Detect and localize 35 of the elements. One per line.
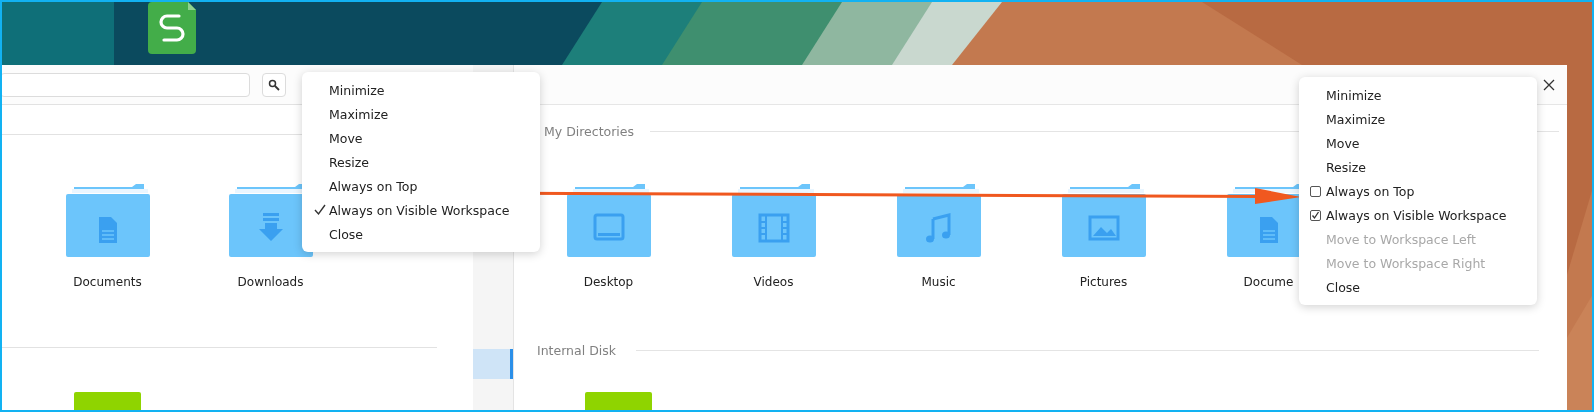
- folder-label[interactable]: Docume: [1243, 275, 1294, 289]
- folder-icon[interactable]: [731, 183, 816, 257]
- folder-icon[interactable]: [65, 183, 150, 257]
- folder-label[interactable]: Documents: [73, 275, 142, 289]
- folder-icon[interactable]: [566, 183, 651, 257]
- folder-icon[interactable]: [896, 183, 981, 257]
- section-title: Internal Disk: [537, 343, 616, 358]
- menu-item[interactable]: Close: [302, 222, 540, 246]
- menu-item[interactable]: Maximize: [1299, 107, 1537, 131]
- search-field[interactable]: [2, 72, 250, 97]
- menu-item[interactable]: Minimize: [1299, 83, 1537, 107]
- checkbox[interactable]: [1310, 185, 1321, 197]
- folder-label[interactable]: Videos: [753, 275, 794, 289]
- menu-item[interactable]: Always on Visible Workspace: [302, 198, 540, 222]
- menu-item[interactable]: Move: [1299, 131, 1537, 155]
- search-icon: [268, 78, 280, 91]
- menu-item[interactable]: Maximize: [302, 102, 540, 126]
- menu-item[interactable]: Always on Top: [302, 174, 540, 198]
- menu-item[interactable]: Move: [302, 126, 540, 150]
- menu-item[interactable]: Close: [1299, 275, 1537, 299]
- checkbox[interactable]: [1310, 209, 1321, 221]
- folder-icon[interactable]: [1061, 183, 1146, 257]
- sidebar-item[interactable]: [473, 349, 513, 379]
- folder-label[interactable]: Pictures: [1079, 275, 1128, 289]
- menu-item[interactable]: Resize: [302, 150, 540, 174]
- close-icon[interactable]: [1543, 78, 1555, 91]
- menu-item[interactable]: Minimize: [302, 78, 540, 102]
- menu-item[interactable]: Resize: [1299, 155, 1537, 179]
- menu-item[interactable]: Always on Visible Workspace: [1299, 203, 1537, 227]
- section-title: My Directories: [544, 124, 635, 139]
- folder-label[interactable]: Downloads: [237, 275, 304, 289]
- folder-label[interactable]: Music: [921, 275, 956, 289]
- search-button[interactable]: [262, 72, 286, 97]
- folder-label[interactable]: Desktop: [583, 275, 634, 289]
- menu-item[interactable]: Always on Top: [1299, 179, 1537, 203]
